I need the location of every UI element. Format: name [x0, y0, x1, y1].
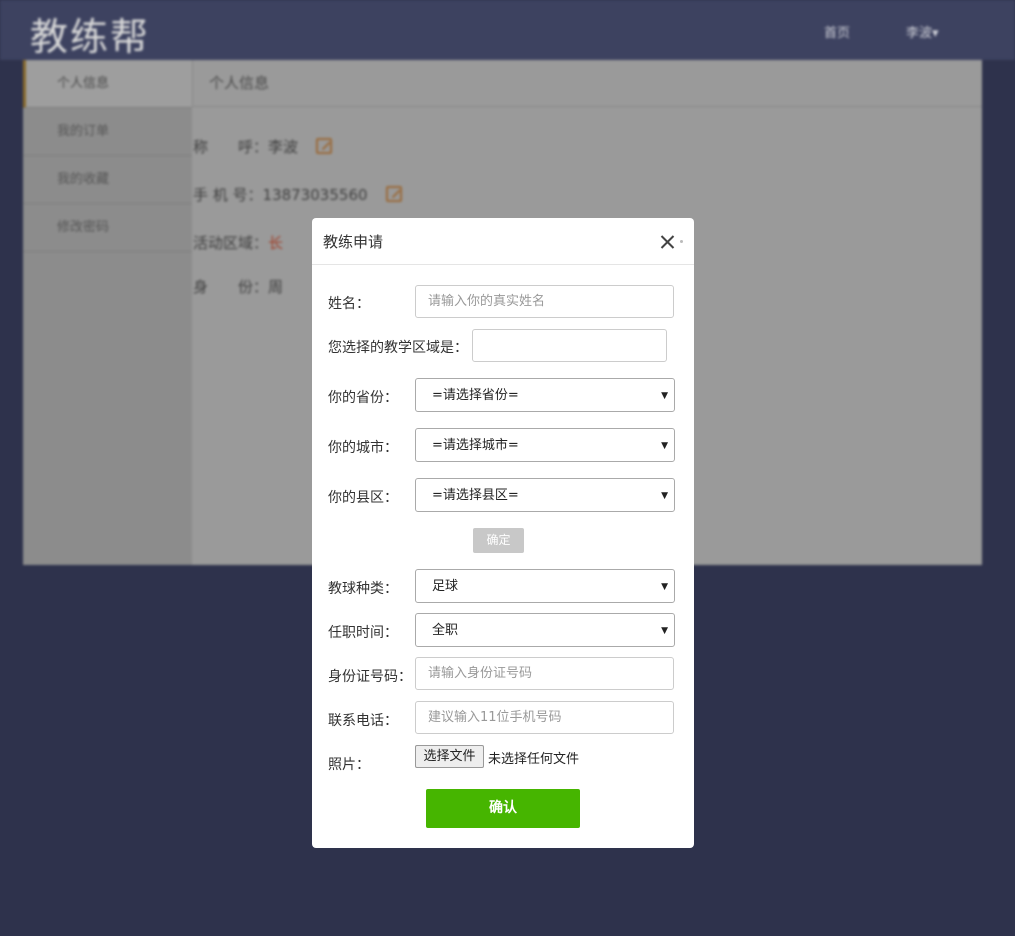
info-value: 长: [268, 234, 284, 252]
sport-select-value: 足球: [432, 579, 459, 594]
employment-select-value: 全职: [432, 623, 459, 638]
dropdown-arrow-icon: ▼: [661, 391, 668, 401]
region-input[interactable]: [472, 329, 667, 362]
user-menu[interactable]: 李波▾: [906, 22, 939, 41]
info-value: 周: [268, 278, 284, 296]
sidebar-item-orders[interactable]: 我的订单: [23, 108, 192, 156]
county-select-value: =请选择县区=: [432, 488, 519, 503]
phone-label: 联系电话：: [328, 713, 398, 729]
info-row-phone: 手 机 号：13873035560: [193, 184, 402, 205]
dropdown-arrow-icon: ▼: [661, 441, 668, 451]
logo: 教练帮: [30, 15, 151, 59]
employment-label: 任职时间：: [328, 625, 398, 641]
region-label: 您选择的教学区域是：: [328, 340, 468, 356]
city-select-value: =请选择城市=: [432, 438, 519, 453]
county-select[interactable]: =请选择县区= ▼: [415, 478, 675, 512]
info-label: 手 机 号：: [193, 186, 263, 204]
info-row-identity: 身 份：周: [193, 276, 283, 297]
sidebar-item-favorites[interactable]: 我的收藏: [23, 156, 192, 204]
coach-application-modal: 教练申请 姓名： 您选择的教学区域是： 你的省份： =请选择省份= ▼ 你的城市：…: [312, 218, 694, 848]
top-navbar: 教练帮 首页 李波▾: [0, 0, 1015, 60]
nav-home-link[interactable]: 首页: [824, 22, 850, 41]
info-row-nickname: 称 呼：李波: [193, 136, 333, 157]
phone-input[interactable]: [415, 701, 674, 734]
info-value: 李波: [268, 138, 299, 156]
info-value: 13873035560: [262, 186, 368, 204]
idcard-label: 身份证号码：: [328, 669, 412, 685]
close-icon[interactable]: [656, 230, 680, 254]
name-label: 姓名：: [328, 296, 370, 312]
city-select[interactable]: =请选择城市= ▼: [415, 428, 675, 462]
dropdown-arrow-icon: ▼: [661, 582, 668, 592]
modal-title: 教练申请: [323, 233, 384, 251]
file-status: 未选择任何文件: [488, 752, 580, 767]
dropdown-arrow-icon: ▼: [661, 626, 668, 636]
region-confirm-button[interactable]: 确定: [473, 528, 524, 553]
province-label: 你的省份：: [328, 390, 398, 406]
modal-header: 教练申请: [312, 218, 694, 265]
employment-select[interactable]: 全职 ▼: [415, 613, 675, 647]
info-label: 活动区域：: [193, 234, 269, 252]
info-label: 称 呼：: [193, 138, 269, 156]
sidebar-item-password[interactable]: 修改密码: [23, 204, 192, 252]
province-select-value: =请选择省份=: [432, 388, 519, 403]
edit-icon[interactable]: [316, 138, 333, 154]
sidebar-item-profile[interactable]: 个人信息: [23, 60, 192, 108]
province-select[interactable]: =请选择省份= ▼: [415, 378, 675, 412]
info-row-area: 活动区域：长: [193, 232, 283, 253]
city-label: 你的城市：: [328, 440, 398, 456]
choose-file-button[interactable]: 选择文件: [415, 745, 484, 768]
edit-icon[interactable]: [385, 186, 402, 202]
sport-select[interactable]: 足球 ▼: [415, 569, 675, 603]
dropdown-arrow-icon: ▼: [661, 491, 668, 501]
sidebar: 个人信息 我的订单 我的收藏 修改密码: [23, 60, 192, 565]
county-label: 你的县区：: [328, 490, 398, 506]
idcard-input[interactable]: [415, 657, 674, 690]
sport-label: 教球种类：: [328, 581, 398, 597]
submit-button[interactable]: 确认: [426, 789, 580, 828]
content-title: 个人信息: [192, 60, 982, 107]
photo-label: 照片：: [328, 757, 370, 773]
name-input[interactable]: [415, 285, 674, 318]
info-label: 身 份：: [193, 278, 269, 296]
scroll-indicator: [680, 240, 683, 243]
